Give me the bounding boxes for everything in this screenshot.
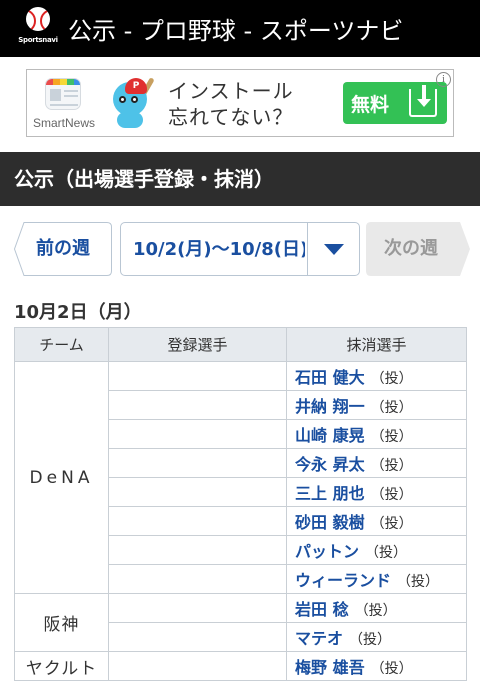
- team-cell: ヤクルト: [14, 651, 109, 681]
- page-title: 公示 - プロ野球 - スポーツナビ: [68, 17, 404, 45]
- registered-cell: [108, 535, 287, 565]
- ad-install-button[interactable]: 無料: [343, 82, 447, 124]
- team-cell: DeNA: [14, 361, 109, 594]
- next-week-button[interactable]: 次の週: [366, 222, 470, 276]
- baseball-logo-icon: [26, 7, 50, 31]
- player-link[interactable]: 砂田 毅樹: [295, 513, 365, 532]
- prev-week-button[interactable]: 前の週: [14, 222, 112, 276]
- roster-table: チーム 登録選手 抹消選手 DeNA 石田 健大 （投） 井納 翔一 （投） 山崎 …: [14, 327, 467, 681]
- registered-cell: [108, 564, 287, 594]
- date-heading: 10月2日（月）: [14, 302, 142, 323]
- column-header-registered: 登録選手: [108, 327, 287, 362]
- removed-player: 梅野 雄吾 （投）: [286, 651, 467, 681]
- registered-cell: [108, 506, 287, 536]
- top-bar: Sportsnavi 公示 - プロ野球 - スポーツナビ: [0, 0, 480, 57]
- smartnews-app-icon: SmartNews: [33, 76, 113, 132]
- column-header-removed: 抹消選手: [286, 327, 467, 362]
- player-link[interactable]: 梅野 雄吾: [295, 658, 365, 677]
- mascot-icon: P: [107, 76, 157, 132]
- section-title: 公示（出場選手登録・抹消）: [0, 152, 480, 206]
- registered-cell: [108, 651, 287, 681]
- chevron-down-icon: [307, 223, 359, 275]
- registered-cell: [108, 419, 287, 449]
- removed-player: ウィーランド （投）: [286, 564, 467, 594]
- download-icon: [409, 85, 437, 117]
- info-icon[interactable]: i: [436, 72, 451, 87]
- registered-cell: [108, 361, 287, 391]
- player-link[interactable]: 山崎 康晃: [295, 426, 365, 445]
- sportsnavi-logo[interactable]: Sportsnavi: [16, 6, 60, 50]
- removed-player: 石田 健大 （投）: [286, 361, 467, 391]
- removed-player: マテオ （投）: [286, 622, 467, 652]
- removed-player: 今永 昇太 （投）: [286, 448, 467, 478]
- ad-brand-label: SmartNews: [33, 116, 96, 130]
- registered-cell: [108, 622, 287, 652]
- removed-player: 三上 朋也 （投）: [286, 477, 467, 507]
- player-link[interactable]: パットン: [295, 542, 359, 561]
- removed-player: 砂田 毅樹 （投）: [286, 506, 467, 536]
- registered-cell: [108, 448, 287, 478]
- removed-player: 岩田 稔（投）: [286, 593, 467, 623]
- ad-copy: インストール 忘れてない？: [168, 79, 294, 129]
- removed-player: パットン （投）: [286, 535, 467, 565]
- player-link[interactable]: 石田 健大: [295, 368, 365, 387]
- player-link[interactable]: 井納 翔一: [295, 397, 365, 416]
- player-link[interactable]: 岩田 稔: [295, 600, 349, 619]
- player-link[interactable]: マテオ: [295, 629, 343, 648]
- player-link[interactable]: 今永 昇太: [295, 455, 365, 474]
- registered-cell: [108, 477, 287, 507]
- ad-banner[interactable]: SmartNews P インストール 忘れてない？ 無料 i: [26, 69, 454, 137]
- week-navigation: 前の週 10/2(月)〜10/8(日) 次の週: [0, 206, 480, 292]
- removed-player: 井納 翔一 （投）: [286, 390, 467, 420]
- table-row: DeNA 石田 健大 （投）: [14, 361, 467, 594]
- registered-cell: [108, 593, 287, 623]
- player-link[interactable]: 三上 朋也: [295, 484, 365, 503]
- player-link[interactable]: ウィーランド: [295, 571, 391, 590]
- registered-cell: [108, 390, 287, 420]
- team-cell: 阪神: [14, 593, 109, 652]
- week-select[interactable]: 10/2(月)〜10/8(日): [120, 222, 360, 276]
- table-row: 阪神 岩田 稔（投）: [14, 593, 467, 652]
- week-select-value: 10/2(月)〜10/8(日): [133, 239, 305, 260]
- table-row: ヤクルト 梅野 雄吾 （投）: [14, 651, 467, 681]
- logo-text: Sportsnavi: [18, 36, 58, 44]
- removed-player: 山崎 康晃 （投）: [286, 419, 467, 449]
- column-header-team: チーム: [14, 327, 109, 362]
